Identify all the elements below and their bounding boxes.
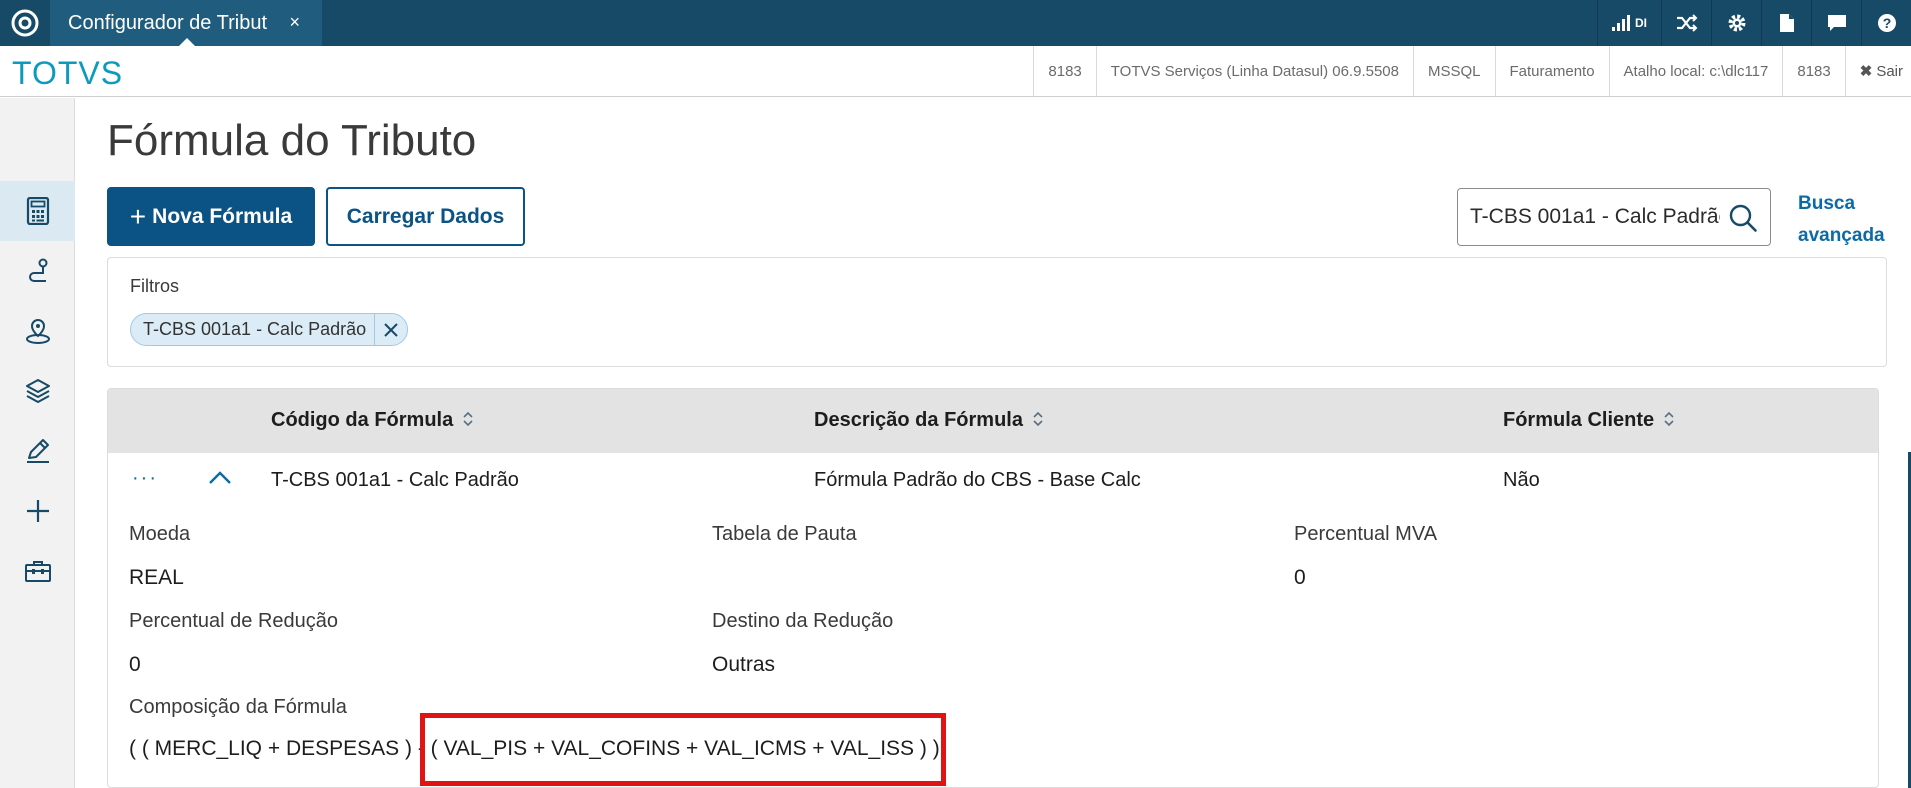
- percentual-mva-value: 0: [1294, 566, 1306, 589]
- gear-icon[interactable]: [1711, 0, 1761, 46]
- tab-title: Configurador de Tribut: [68, 11, 268, 34]
- sidebar-item-route[interactable]: [0, 241, 75, 301]
- sort-icon[interactable]: [1664, 411, 1674, 430]
- percentual-reducao-value: 0: [129, 653, 141, 676]
- column-header-client[interactable]: Fórmula Cliente: [1503, 409, 1674, 432]
- highlight-box: [420, 713, 946, 786]
- moeda-label: Moeda: [129, 523, 191, 545]
- sidebar: [0, 98, 75, 788]
- brand-logo: TOTVS: [12, 55, 124, 91]
- help-icon[interactable]: ?: [1861, 0, 1911, 46]
- document-icon[interactable]: [1761, 0, 1811, 46]
- row-description: Fórmula Padrão do CBS - Base Calc: [814, 469, 1141, 491]
- top-app-bar: Configurador de Tribut × DI ?: [0, 0, 1911, 47]
- top-icons: DI ?: [1597, 0, 1911, 46]
- signal-icon[interactable]: DI: [1597, 0, 1661, 46]
- more-actions-icon[interactable]: ···: [132, 467, 158, 490]
- new-formula-button[interactable]: + Nova Fórmula: [107, 187, 315, 246]
- info-bar: TOTVS 8183 TOTVS Serviços (Linha Datasul…: [0, 46, 1911, 97]
- close-icon[interactable]: [375, 314, 407, 345]
- composicao-label: Composição da Fórmula: [129, 696, 347, 718]
- close-icon: ✖: [1859, 63, 1873, 80]
- info-code: 8183: [1782, 46, 1844, 96]
- search-box: [1457, 188, 1771, 246]
- sidebar-item-add[interactable]: [0, 481, 75, 541]
- plus-icon: +: [129, 200, 147, 232]
- search-icon[interactable]: [1728, 203, 1758, 233]
- chat-icon[interactable]: [1811, 0, 1861, 46]
- destino-reducao-label: Destino da Redução: [712, 610, 894, 632]
- shuffle-icon[interactable]: [1661, 0, 1711, 46]
- filters-label: Filtros: [130, 276, 179, 296]
- sidebar-item-layers[interactable]: [0, 361, 75, 421]
- column-header-code[interactable]: Código da Fórmula: [271, 409, 473, 432]
- filter-chip: T-CBS 001a1 - Calc Padrão: [130, 313, 409, 346]
- info-module: Faturamento: [1494, 46, 1609, 96]
- plus-icon: [26, 500, 49, 522]
- row-client: Não: [1503, 469, 1540, 491]
- page-title: Fórmula do Tributo: [107, 116, 477, 165]
- tabela-pauta-label: Tabela de Pauta: [712, 523, 857, 545]
- logout-button[interactable]: ✖ Sair: [1844, 46, 1911, 96]
- app-logo-icon[interactable]: [0, 0, 50, 46]
- logout-label: Sair: [1876, 62, 1903, 80]
- sidebar-item-location[interactable]: [0, 301, 75, 361]
- column-header-description-label: Descrição da Fórmula: [814, 409, 1023, 431]
- calculator-icon: [26, 197, 49, 225]
- filter-chip-label: T-CBS 001a1 - Calc Padrão: [131, 314, 376, 345]
- pencil-icon: [26, 439, 49, 463]
- tab-configurador[interactable]: Configurador de Tribut ×: [50, 0, 322, 47]
- formula-table: Código da Fórmula Descrição da Fórmula F…: [107, 388, 1879, 788]
- sort-icon[interactable]: [1033, 411, 1043, 430]
- row-code: T-CBS 001a1 - Calc Padrão: [271, 469, 519, 491]
- route-icon: [28, 258, 47, 282]
- search-input[interactable]: [1470, 203, 1720, 231]
- table-header: Código da Fórmula Descrição da Fórmula F…: [108, 389, 1878, 453]
- chevron-up-icon[interactable]: [208, 471, 232, 485]
- new-formula-label: Nova Fórmula: [152, 204, 293, 228]
- info-product: TOTVS Serviços (Linha Datasul) 06.9.5508: [1095, 46, 1413, 96]
- svg-text:?: ?: [1882, 15, 1891, 31]
- sidebar-item-toolbox[interactable]: [0, 541, 75, 601]
- tab-close-icon[interactable]: ×: [289, 12, 300, 33]
- advanced-search-link[interactable]: Busca avançada: [1798, 188, 1898, 252]
- column-header-code-label: Código da Fórmula: [271, 409, 454, 431]
- moeda-value: REAL: [129, 566, 184, 589]
- info-database: MSSQL: [1412, 46, 1495, 96]
- layers-icon: [25, 379, 50, 403]
- signal-label: DI: [1635, 16, 1647, 30]
- filters-panel: Filtros T-CBS 001a1 - Calc Padrão: [107, 257, 1887, 367]
- sidebar-item-calculator[interactable]: [0, 181, 75, 241]
- location-pin-icon: [25, 318, 50, 344]
- percentual-reducao-label: Percentual de Redução: [129, 610, 339, 632]
- load-data-button[interactable]: Carregar Dados: [326, 187, 525, 246]
- sidebar-item-edit[interactable]: [0, 421, 75, 481]
- destino-reducao-value: Outras: [712, 653, 776, 676]
- toolbox-icon: [24, 561, 51, 582]
- info-shortcut: Atalho local: c:\dlc117: [1608, 46, 1783, 96]
- column-header-client-label: Fórmula Cliente: [1503, 409, 1655, 431]
- info-company: 8183: [1033, 46, 1095, 96]
- sort-icon[interactable]: [463, 411, 473, 430]
- column-header-description[interactable]: Descrição da Fórmula: [814, 409, 1043, 432]
- percentual-mva-label: Percentual MVA: [1294, 523, 1438, 545]
- info-items: 8183 TOTVS Serviços (Linha Datasul) 06.9…: [1033, 46, 1911, 96]
